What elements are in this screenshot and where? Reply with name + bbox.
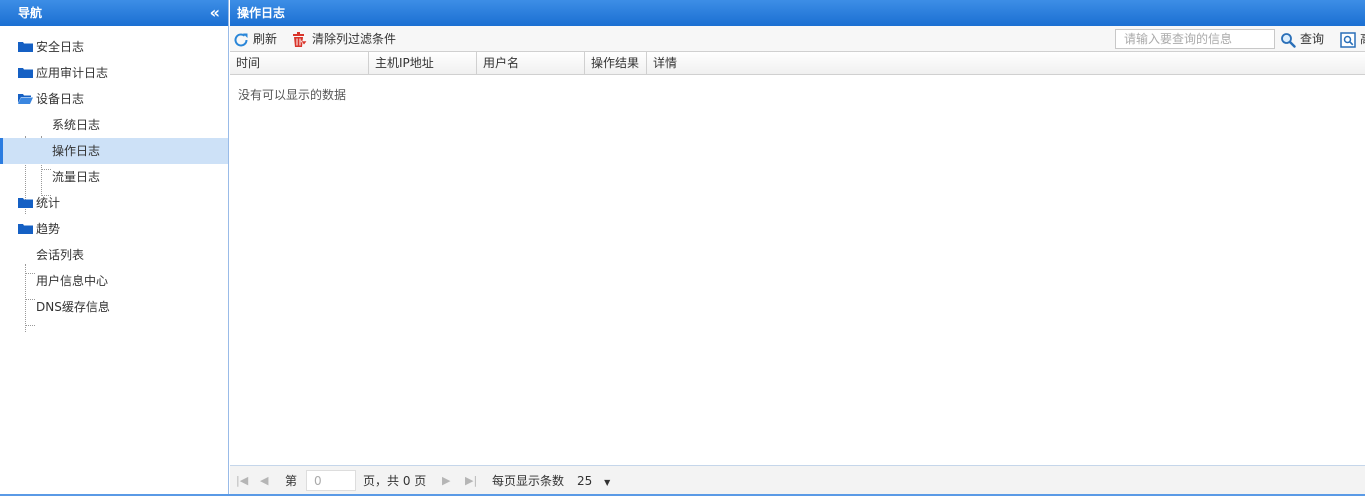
sidebar-item-security-log[interactable]: 安全日志: [0, 34, 228, 60]
grid-header: 时间 主机IP地址 用户名 操作结果 详情: [230, 52, 1365, 75]
last-page-icon[interactable]: ▶|: [465, 466, 477, 496]
page-total-label: 页，共 0 页: [363, 474, 427, 488]
page-size-label: 每页显示条数: [492, 474, 565, 488]
sidebar-item-label: 趋势: [36, 222, 61, 236]
column-header-time[interactable]: 时间: [230, 52, 369, 75]
sidebar-item-label: 流量日志: [52, 170, 101, 184]
nav-title: 导航: [18, 6, 43, 20]
sidebar-item-label: 用户信息中心: [36, 274, 109, 288]
page-size-value: 25: [577, 474, 593, 488]
sidebar-item-session-list[interactable]: 会话列表: [0, 242, 228, 268]
folder-icon: [18, 223, 33, 234]
query-label: 查询: [1300, 32, 1325, 46]
tree-branch: [25, 325, 35, 326]
main-header: 操作日志: [230, 0, 1365, 26]
sidebar-item-label: 操作日志: [52, 144, 101, 158]
sidebar-item-user-info-center[interactable]: 用户信息中心: [0, 268, 228, 294]
pagination-bar: |◀ ◀ 第 页，共 0 页 ▶ ▶| 每页显示条数 25 ▼: [230, 465, 1365, 496]
column-header-details[interactable]: 详情: [647, 52, 1365, 75]
refresh-icon: [233, 31, 249, 47]
advanced-search-icon: [1340, 31, 1356, 48]
folder-icon: [18, 67, 33, 78]
search-icon: [1280, 31, 1296, 48]
folder-icon: [18, 41, 33, 52]
collapse-icon[interactable]: «: [210, 0, 220, 25]
query-button[interactable]: 查询: [1280, 26, 1328, 52]
nav-tree: 安全日志 应用审计日志 设备日志 系统日志 操作日志 流量日志 统计 趋势 会话…: [0, 26, 228, 332]
sidebar-item-label: DNS缓存信息: [36, 300, 110, 314]
folder-icon: [18, 197, 33, 208]
sidebar-item-device-log[interactable]: 设备日志: [0, 86, 228, 112]
trash-icon: [292, 31, 308, 47]
nav-header: 导航 «: [0, 0, 228, 26]
advanced-label: 高: [1360, 26, 1365, 52]
column-header-username[interactable]: 用户名: [477, 52, 585, 75]
sidebar-item-label: 统计: [36, 196, 61, 210]
sidebar-item-traffic-log[interactable]: 流量日志: [0, 164, 228, 190]
sidebar-item-label: 会话列表: [36, 248, 85, 262]
toolbar: 刷新 清除列过滤条件 请输入要查询的信息 查询: [230, 26, 1365, 52]
app-root: 导航 « 安全日志 应用审计日志 设备日志 系统日志 操作日志 流量日志 统计 …: [0, 0, 1365, 496]
sidebar-item-trend[interactable]: 趋势: [0, 216, 228, 242]
first-page-icon[interactable]: |◀: [236, 466, 248, 496]
sidebar-item-label: 应用审计日志: [36, 66, 109, 80]
sidebar-item-label: 设备日志: [36, 92, 85, 106]
sidebar-item-statistics[interactable]: 统计: [0, 190, 228, 216]
refresh-label: 刷新: [253, 32, 278, 46]
advanced-search-button[interactable]: 高: [1340, 26, 1365, 52]
next-page-icon[interactable]: ▶: [442, 466, 450, 496]
search-input[interactable]: [1115, 29, 1275, 49]
empty-grid-message: 没有可以显示的数据: [238, 88, 347, 102]
main-panel: 操作日志 刷新 清除列过滤条件 请输入要查询的信息 查询 时间 主机IP地址 用…: [230, 0, 1365, 496]
page-title: 操作日志: [237, 6, 286, 20]
clear-filter-button[interactable]: 清除列过滤条件: [292, 26, 412, 52]
refresh-button[interactable]: 刷新: [233, 26, 283, 52]
nav-panel: 导航 « 安全日志 应用审计日志 设备日志 系统日志 操作日志 流量日志 统计 …: [0, 0, 229, 496]
prev-page-icon[interactable]: ◀: [260, 466, 268, 496]
sidebar-item-label: 系统日志: [52, 118, 101, 132]
sidebar-item-operation-log[interactable]: 操作日志: [0, 138, 228, 164]
clear-filter-label: 清除列过滤条件: [312, 32, 397, 46]
page-prefix-label: 第: [285, 474, 298, 488]
sidebar-item-app-audit-log[interactable]: 应用审计日志: [0, 60, 228, 86]
sidebar-item-system-log[interactable]: 系统日志: [0, 112, 228, 138]
folder-open-icon: [18, 93, 33, 104]
page-number-input[interactable]: [306, 470, 356, 491]
sidebar-item-dns-cache[interactable]: DNS缓存信息: [0, 294, 228, 320]
column-header-host-ip[interactable]: 主机IP地址: [369, 52, 477, 75]
column-header-result[interactable]: 操作结果: [585, 52, 647, 75]
page-size-select[interactable]: 25 ▼: [577, 466, 610, 496]
sidebar-item-label: 安全日志: [36, 40, 85, 54]
dropdown-arrow-icon: ▼: [604, 478, 611, 487]
